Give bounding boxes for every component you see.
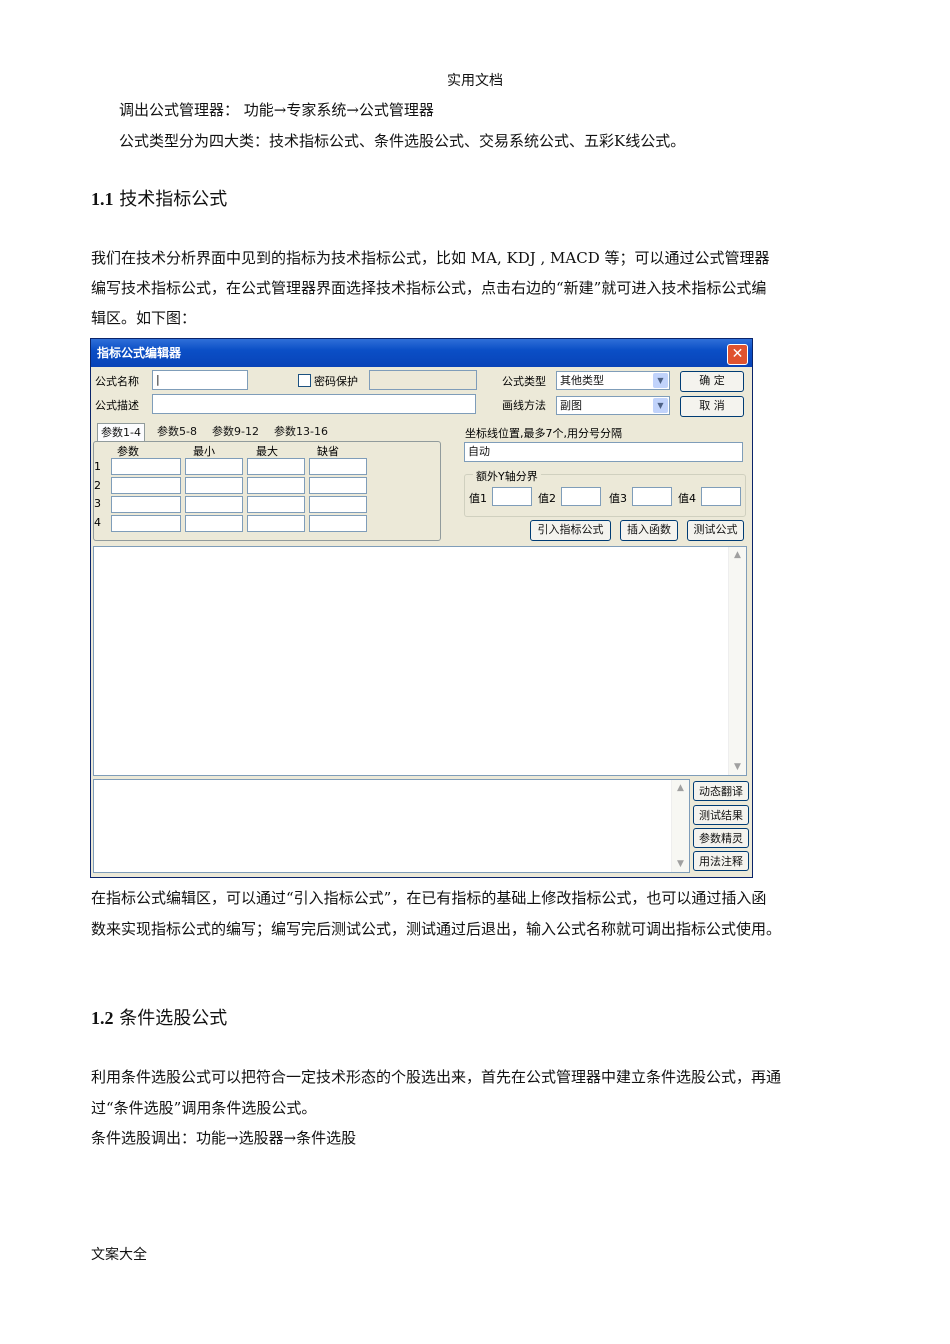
tab-params-13-16[interactable]: 参数13-16 <box>271 423 331 441</box>
coord-label: 坐标线位置,最多7个,用分号分隔 <box>465 427 622 440</box>
chevron-down-icon: ▼ <box>653 398 668 413</box>
coord-input[interactable]: 自动 <box>464 442 743 462</box>
param-cell[interactable] <box>185 496 243 513</box>
param-cell[interactable] <box>111 515 181 532</box>
test-result-button[interactable]: 测试结果 <box>693 805 749 825</box>
ok-button[interactable]: 确 定 <box>680 371 744 392</box>
param-cell[interactable] <box>309 496 367 513</box>
chevron-up-icon: ▲ <box>677 783 684 793</box>
param-cell[interactable] <box>309 515 367 532</box>
chevron-down-icon: ▼ <box>677 859 684 869</box>
val-input-4[interactable] <box>701 487 741 506</box>
param-cell[interactable] <box>309 477 367 494</box>
formula-editor-dialog: 指标公式编辑器 ✕ 公式名称 | 密码保护 公式类型 其他类型 ▼ 确 定 公式描… <box>90 338 753 878</box>
dynamic-translate-button[interactable]: 动态翻译 <box>693 781 749 801</box>
section-2-para-1: 利用条件选股公式可以把符合一定技术形态的个股选出来，首先在公式管理器中建立条件选… <box>91 1068 782 1086</box>
usage-notes-button[interactable]: 用法注释 <box>693 851 749 871</box>
val-input-3[interactable] <box>632 487 672 506</box>
close-icon[interactable]: ✕ <box>727 344 748 365</box>
page-header: 实用文档 <box>447 73 503 89</box>
draw-method-value: 副图 <box>560 399 582 412</box>
section-1-para-3: 辑区。如下图： <box>91 309 197 327</box>
section-1-heading: 1.1 技术指标公式 <box>91 185 227 211</box>
insert-function-button[interactable]: 插入函数 <box>620 520 678 541</box>
tab-params-9-12[interactable]: 参数9-12 <box>209 423 262 441</box>
section-1-title: 技术指标公式 <box>119 189 228 210</box>
formula-type-select[interactable]: 其他类型 ▼ <box>556 371 670 390</box>
formula-name-input[interactable]: | <box>152 370 248 390</box>
param-cell[interactable] <box>247 515 305 532</box>
val-label-4: 值4 <box>678 492 696 505</box>
formula-type-label: 公式类型 <box>502 375 546 388</box>
formula-editor-textarea[interactable]: ▲ ▼ <box>93 546 747 776</box>
section-2-para-3: 条件选股调出：功能→选股器→条件选股 <box>91 1129 357 1147</box>
intro-line-1: 调出公式管理器： 功能→专家系统→公式管理器 <box>119 101 434 119</box>
section-2-para-2: 过“条件选股”调用条件选股公式。 <box>91 1099 317 1117</box>
param-cell[interactable] <box>185 458 243 475</box>
param-cell[interactable] <box>111 496 181 513</box>
val-label-1: 值1 <box>469 492 487 505</box>
col-max: 最大 <box>256 445 278 458</box>
section-2-number: 1.2 <box>91 1008 114 1028</box>
param-cell[interactable] <box>247 458 305 475</box>
section-1-number: 1.1 <box>91 189 114 209</box>
password-label: 密码保护 <box>314 375 358 388</box>
section-2-title: 条件选股公式 <box>119 1008 228 1029</box>
val-input-2[interactable] <box>561 487 601 506</box>
formula-desc-input[interactable] <box>152 394 476 414</box>
row-label-1: 1 <box>94 460 101 473</box>
intro-line-2: 公式类型分为四大类：技术指标公式、条件选股公式、交易系统公式、五彩K线公式。 <box>119 132 686 150</box>
section-1-para-1: 我们在技术分析界面中见到的指标为技术指标公式，比如 MA, KDJ , MACD… <box>91 249 770 267</box>
draw-method-label: 画线方法 <box>502 399 546 412</box>
dialog-title: 指标公式编辑器 <box>91 339 752 367</box>
param-cell[interactable] <box>185 477 243 494</box>
tab-params-5-8[interactable]: 参数5-8 <box>154 423 200 441</box>
param-cell[interactable] <box>247 477 305 494</box>
row-label-4: 4 <box>94 516 101 529</box>
section-1-after-2: 数来实现指标公式的编写；编写完后测试公式，测试通过后退出，输入公式名称就可调出指… <box>91 920 782 938</box>
param-cell[interactable] <box>309 458 367 475</box>
param-cell[interactable] <box>185 515 243 532</box>
section-1-para-2: 编写技术指标公式，在公式管理器界面选择技术指标公式，点击右边的“新建”就可进入技… <box>91 279 767 297</box>
page-footer: 文案大全 <box>91 1247 147 1263</box>
editor-scrollbar[interactable]: ▲ ▼ <box>728 547 746 775</box>
row-label-2: 2 <box>94 479 101 492</box>
val-label-2: 值2 <box>538 492 556 505</box>
val-label-3: 值3 <box>609 492 627 505</box>
output-textarea[interactable]: ▲ ▼ <box>93 779 690 873</box>
section-2-heading: 1.2 条件选股公式 <box>91 1004 227 1030</box>
password-input[interactable] <box>369 370 477 390</box>
formula-name-label: 公式名称 <box>95 375 139 388</box>
chevron-down-icon: ▼ <box>653 373 668 388</box>
col-default: 缺省 <box>317 445 339 458</box>
import-formula-button[interactable]: 引入指标公式 <box>530 520 611 541</box>
tab-params-1-4[interactable]: 参数1-4 <box>97 423 145 442</box>
chevron-down-icon: ▼ <box>734 762 741 772</box>
test-formula-button[interactable]: 测试公式 <box>687 520 744 541</box>
row-label-3: 3 <box>94 497 101 510</box>
formula-type-value: 其他类型 <box>560 374 604 387</box>
col-param: 参数 <box>117 445 139 458</box>
cancel-button[interactable]: 取 消 <box>680 396 744 417</box>
section-1-after-1: 在指标公式编辑区，可以通过“引入指标公式”，在已有指标的基础上修改指标公式，也可… <box>91 889 767 907</box>
password-checkbox[interactable] <box>298 374 311 387</box>
param-cell[interactable] <box>111 477 181 494</box>
chevron-up-icon: ▲ <box>734 550 741 560</box>
draw-method-select[interactable]: 副图 ▼ <box>556 396 670 415</box>
output-scrollbar[interactable]: ▲ ▼ <box>671 780 689 872</box>
param-cell[interactable] <box>247 496 305 513</box>
y-axis-group-label: 额外Y轴分界 <box>473 468 541 484</box>
col-min: 最小 <box>193 445 215 458</box>
param-wizard-button[interactable]: 参数精灵 <box>693 828 749 848</box>
param-cell[interactable] <box>111 458 181 475</box>
val-input-1[interactable] <box>492 487 532 506</box>
formula-desc-label: 公式描述 <box>95 399 139 412</box>
